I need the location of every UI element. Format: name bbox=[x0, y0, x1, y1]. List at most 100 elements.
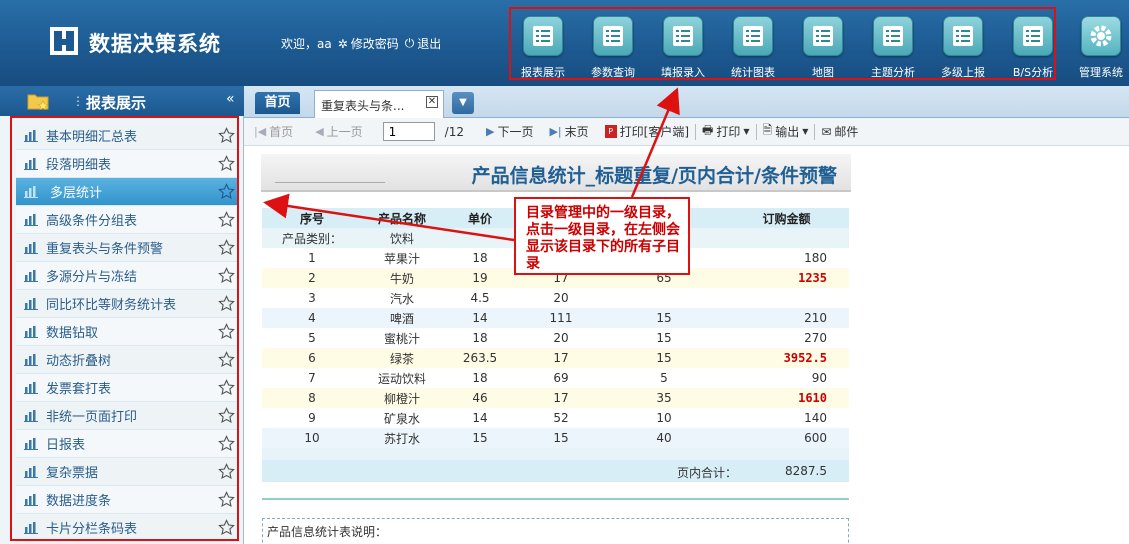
welcome-text: 欢迎，aa bbox=[281, 37, 332, 51]
menu-topic-analysis[interactable]: 主题分析 bbox=[858, 10, 928, 82]
menu-param-query[interactable]: 参数查询 bbox=[578, 10, 648, 82]
menu-form-entry[interactable]: 填报录入 bbox=[648, 10, 718, 82]
star-icon[interactable] bbox=[218, 183, 235, 200]
prev-page-button[interactable]: ◀ 上一页 bbox=[315, 123, 362, 140]
bar-chart-icon bbox=[24, 129, 38, 142]
bar-chart-icon bbox=[24, 353, 38, 366]
cell-qty: 15 bbox=[604, 348, 724, 368]
collapse-sidebar-button[interactable]: « bbox=[226, 91, 235, 107]
multi-report-icon bbox=[943, 16, 983, 56]
star-icon[interactable] bbox=[218, 323, 235, 340]
star-icon[interactable] bbox=[218, 239, 235, 256]
cell-stock: 52 bbox=[518, 408, 604, 428]
table-spacer-row bbox=[262, 448, 849, 460]
menu-map[interactable]: 地图 bbox=[788, 10, 858, 82]
logout-link[interactable]: ⏻ 退出 bbox=[405, 35, 442, 52]
sidebar-item[interactable]: 重复表头与条件预警 bbox=[16, 234, 238, 262]
menu-gear[interactable]: 管理系统 bbox=[1066, 10, 1129, 82]
sidebar-item[interactable]: 数据进度条 bbox=[16, 486, 238, 514]
page-total-value: 8287.5 bbox=[785, 464, 827, 478]
sidebar-item[interactable]: 动态折叠树 bbox=[16, 346, 238, 374]
sidebar-item[interactable]: 发票套打表 bbox=[16, 374, 238, 402]
cell-qty: 10 bbox=[604, 408, 724, 428]
next-page-button[interactable]: ▶ 下一页 bbox=[486, 123, 533, 140]
cell-name: 苹果汁 bbox=[362, 248, 442, 268]
export-button[interactable]: 🗎 输出 ▼ bbox=[763, 121, 809, 142]
star-icon[interactable] bbox=[218, 267, 235, 284]
tab-home[interactable]: 首页 bbox=[255, 92, 300, 114]
first-page-button[interactable]: |◀ 首页 bbox=[254, 123, 293, 140]
bar-chart-icon bbox=[24, 269, 38, 282]
star-icon[interactable] bbox=[218, 127, 235, 144]
star-icon[interactable] bbox=[218, 295, 235, 312]
sidebar-item[interactable]: 基本明细汇总表 bbox=[16, 122, 238, 150]
bar-chart-icon bbox=[24, 381, 38, 394]
cell-no: 3 bbox=[262, 288, 362, 308]
sidebar-item[interactable]: 数据钻取 bbox=[16, 318, 238, 346]
sidebar-item[interactable]: 非统一页面打印 bbox=[16, 402, 238, 430]
sidebar-item[interactable]: 复杂票据 bbox=[16, 458, 238, 486]
close-tab-icon[interactable]: ✕ bbox=[426, 96, 438, 108]
table-row: 7 运动饮料 18 69 5 90 bbox=[262, 368, 849, 388]
print-button[interactable]: 🖶 打印 ▼ bbox=[702, 121, 750, 142]
category-value: 饮料 bbox=[362, 228, 442, 248]
table-row: 5 蜜桃汁 18 20 15 270 bbox=[262, 328, 849, 348]
star-icon[interactable] bbox=[218, 491, 235, 508]
pdf-print-icon: P bbox=[604, 125, 617, 138]
sidebar-item[interactable]: 高级条件分组表 bbox=[16, 206, 238, 234]
chevron-down-icon: ▼ bbox=[802, 127, 809, 136]
bs-analysis-icon bbox=[1013, 16, 1053, 56]
star-icon[interactable] bbox=[218, 435, 235, 452]
sidebar-item-label: 发票套打表 bbox=[46, 382, 112, 397]
cell-amount bbox=[724, 288, 849, 308]
cell-amount: 270 bbox=[724, 328, 849, 348]
table-row: 8 柳橙汁 46 17 35 1610 bbox=[262, 388, 849, 408]
cell-name: 柳橙汁 bbox=[362, 388, 442, 408]
cell-qty bbox=[604, 288, 724, 308]
toolbar-divider bbox=[695, 123, 697, 140]
print-client-button[interactable]: P 打印[客户端] bbox=[604, 123, 689, 140]
last-page-button[interactable]: ▶| 末页 bbox=[549, 123, 588, 140]
tab-dropdown-button[interactable]: ▼ bbox=[452, 92, 474, 114]
star-icon[interactable] bbox=[218, 211, 235, 228]
change-password-link[interactable]: ✲ 修改密码 bbox=[338, 35, 399, 52]
cell-no: 6 bbox=[262, 348, 362, 368]
cell-amount: 1610 bbox=[724, 388, 849, 408]
star-icon[interactable] bbox=[218, 519, 235, 536]
cell-qty: 15 bbox=[604, 328, 724, 348]
sidebar-item[interactable]: 同比环比等财务统计表 bbox=[16, 290, 238, 318]
sidebar-title: 报表展示 bbox=[86, 94, 147, 112]
report-toolbar: |◀首页 ◀上一页 /12 ▶下一页 ▶|末页 P打印[客户端] 🖶打印▼ 🗎输… bbox=[244, 118, 1129, 146]
sidebar-item[interactable]: 多层统计 bbox=[16, 178, 238, 206]
menu-chart[interactable]: 统计图表 bbox=[718, 10, 788, 82]
sidebar-item[interactable]: 卡片分栏条码表 bbox=[16, 514, 238, 542]
next-page-icon: ▶ bbox=[485, 125, 495, 138]
sidebar-item[interactable]: 多源分片与冻结 bbox=[16, 262, 238, 290]
cell-name: 汽水 bbox=[362, 288, 442, 308]
star-icon[interactable] bbox=[218, 351, 235, 368]
sidebar-item-label: 基本明细汇总表 bbox=[46, 130, 138, 145]
bar-chart-icon bbox=[24, 325, 38, 338]
sidebar-item-label: 重复表头与条件预警 bbox=[46, 242, 164, 257]
cell-price: 4.5 bbox=[442, 288, 518, 308]
star-icon[interactable] bbox=[218, 155, 235, 172]
menu-bs-analysis[interactable]: B/S分析 bbox=[998, 10, 1068, 82]
page-number-input[interactable] bbox=[382, 122, 435, 141]
email-button[interactable]: ✉ 邮件 bbox=[821, 123, 858, 140]
menu-label: 报表展示 bbox=[521, 66, 565, 79]
sidebar-item-label: 卡片分栏条码表 bbox=[46, 522, 138, 537]
cell-name: 牛奶 bbox=[362, 268, 442, 288]
annotation-callout: 目录管理中的一级目录，点击一级目录，在左侧会显示该目录下的所有子目录 bbox=[514, 197, 690, 275]
star-icon[interactable] bbox=[218, 407, 235, 424]
menu-multi-report[interactable]: 多级上报 bbox=[928, 10, 998, 82]
star-icon[interactable] bbox=[218, 463, 235, 480]
star-icon[interactable] bbox=[218, 379, 235, 396]
sidebar-item[interactable]: 段落明细表 bbox=[16, 150, 238, 178]
menu-label: 多级上报 bbox=[941, 66, 985, 79]
sidebar-item[interactable]: 日报表 bbox=[16, 430, 238, 458]
cell-amount: 210 bbox=[724, 308, 849, 328]
table-row: 6 绿茶 263.5 17 15 3952.5 bbox=[262, 348, 849, 368]
menu-label: 填报录入 bbox=[661, 66, 705, 79]
menu-report-list[interactable]: 报表展示 bbox=[508, 10, 578, 82]
tab-active-report[interactable]: 重复表头与条... ✕ bbox=[314, 90, 444, 118]
